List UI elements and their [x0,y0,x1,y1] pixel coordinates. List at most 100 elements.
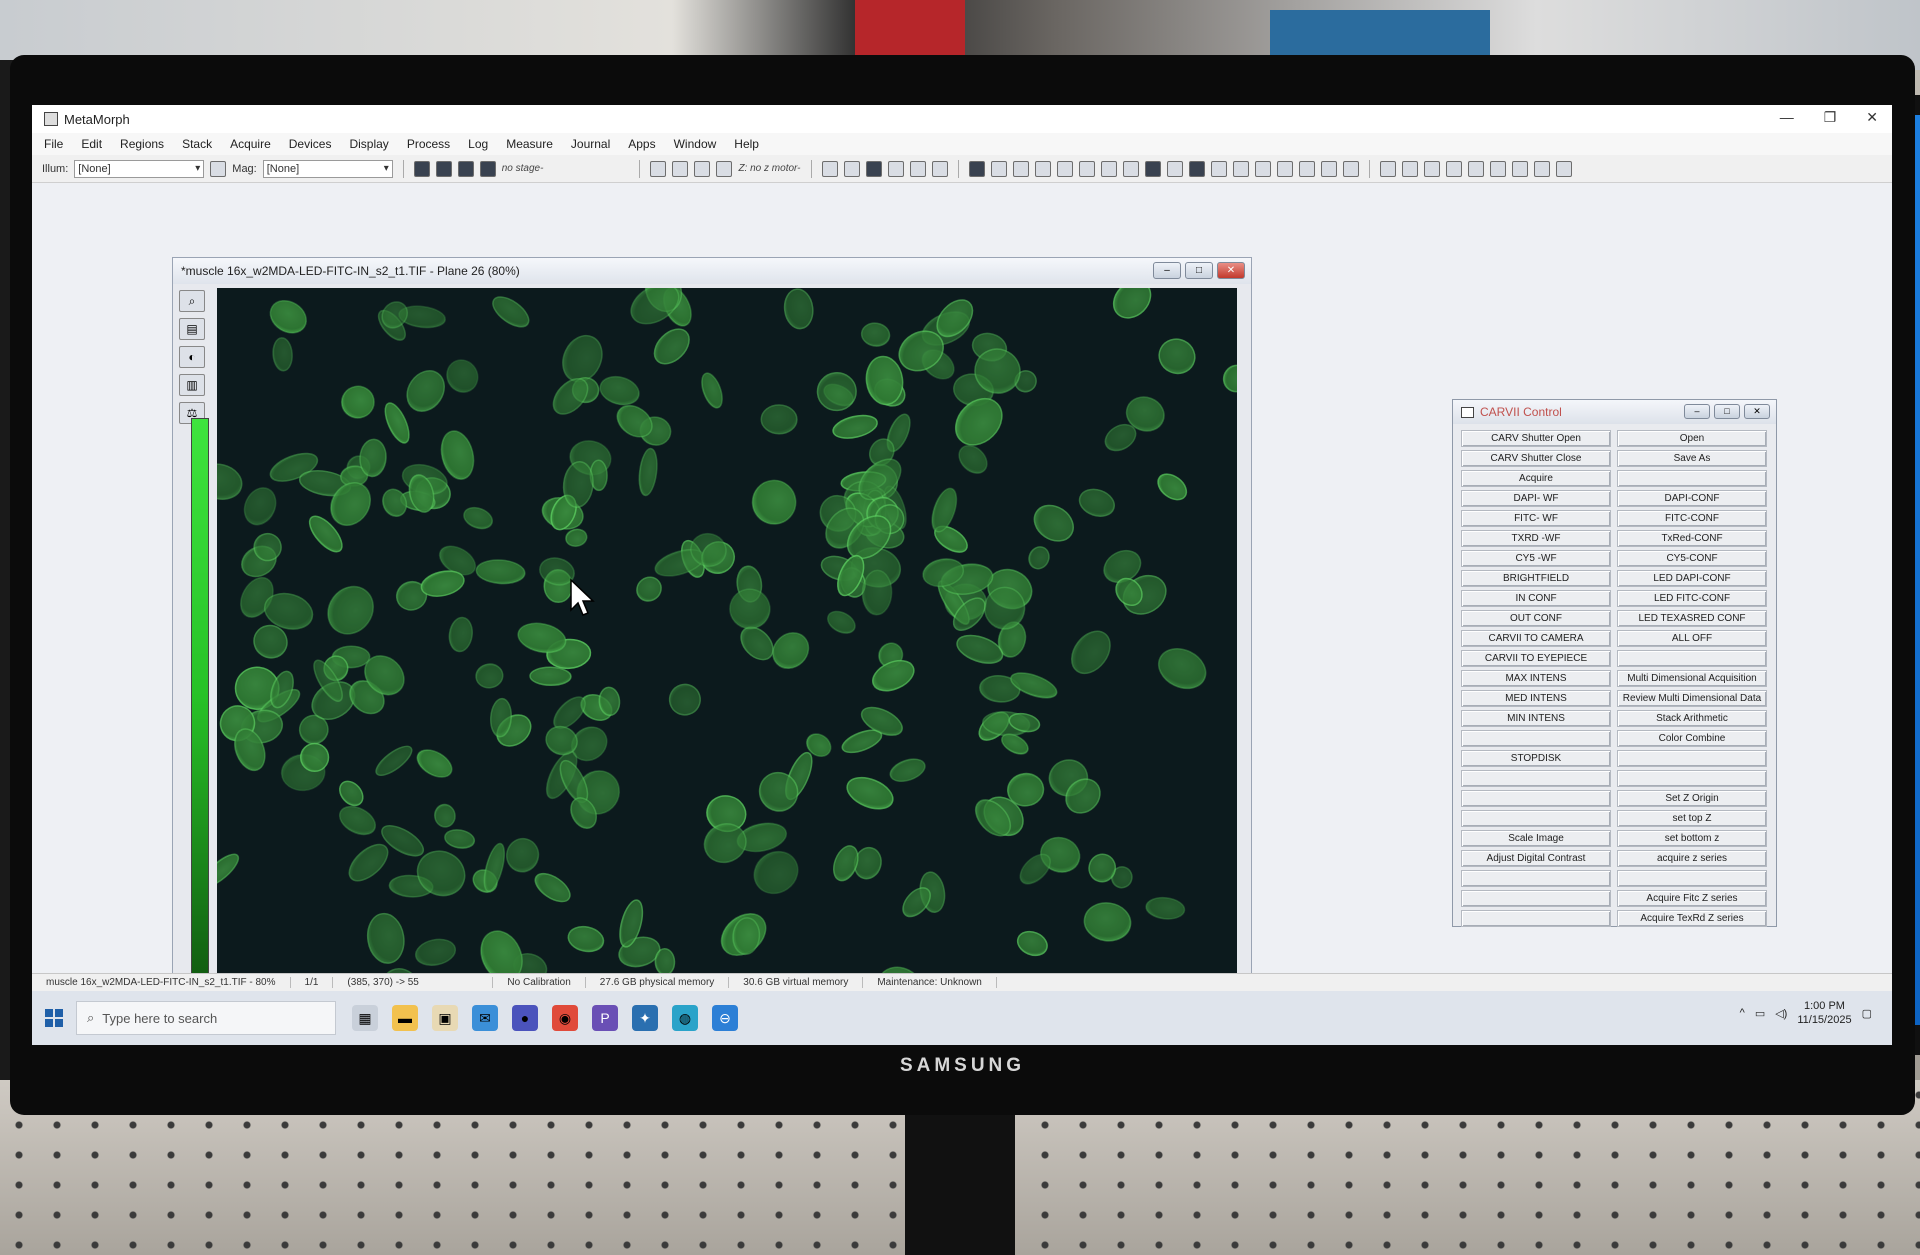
panel-button-left[interactable]: MED INTENS [1461,690,1611,707]
tool-icon[interactable] [1012,160,1029,177]
menu-devices[interactable]: Devices [289,137,332,151]
panel-button-right[interactable]: Stack Arithmetic [1617,710,1767,727]
panel-button-left[interactable]: FITC- WF [1461,510,1611,527]
tool-icon[interactable] [1166,160,1183,177]
freehand-region-icon[interactable] [1445,160,1462,177]
panel-button-right[interactable]: Open [1617,430,1767,447]
panel-button-left[interactable] [1461,730,1611,747]
crosshair-icon[interactable] [931,160,948,177]
teams-icon[interactable]: ● [512,1005,538,1031]
panel-button-right[interactable]: Acquire Fitc Z series [1617,890,1767,907]
panel-button-right[interactable]: acquire z series [1617,850,1767,867]
lookup-table-bar[interactable] [191,418,209,978]
ellipse-region-icon[interactable] [1423,160,1440,177]
stage-icon[interactable] [413,160,430,177]
menu-stack[interactable]: Stack [182,137,212,151]
panel-button-left[interactable] [1461,810,1611,827]
file-explorer-icon[interactable]: ▬ [392,1005,418,1031]
zmotor-icon[interactable] [694,160,711,177]
stage-icon[interactable] [435,160,452,177]
pointer-icon[interactable] [1379,160,1396,177]
panel-button-left[interactable]: CY5 -WF [1461,550,1611,567]
panel-button-left[interactable]: CARVII TO EYEPIECE [1461,650,1611,667]
panel-button-right[interactable]: DAPI-CONF [1617,490,1767,507]
target-icon[interactable] [210,160,227,177]
close-button[interactable]: ✕ [1866,109,1878,126]
image-minimize-button[interactable]: – [1153,262,1181,279]
menu-acquire[interactable]: Acquire [230,137,271,151]
menu-display[interactable]: Display [349,137,388,151]
panel-button-left[interactable] [1461,870,1611,887]
menu-process[interactable]: Process [407,137,450,151]
panel-button-left[interactable]: TXRD -WF [1461,530,1611,547]
panel-button-right[interactable]: Acquire TexRd Z series [1617,910,1767,927]
panel-button-left[interactable]: CARV Shutter Open [1461,430,1611,447]
panel-button-left[interactable] [1461,790,1611,807]
tool-icon[interactable] [1122,160,1139,177]
image-maximize-button[interactable]: □ [1185,262,1213,279]
zmotor-icon[interactable] [716,160,733,177]
menu-apps[interactable]: Apps [628,137,655,151]
menu-help[interactable]: Help [734,137,759,151]
stage-icon[interactable] [457,160,474,177]
tool-icon[interactable] [1100,160,1117,177]
autotrace-icon[interactable] [1533,160,1550,177]
panel-button-right[interactable]: Set Z Origin [1617,790,1767,807]
panel-button-right[interactable] [1617,470,1767,487]
arc-region-icon[interactable] [1511,160,1528,177]
tool-icon[interactable] [1254,160,1271,177]
panel-button-left[interactable]: DAPI- WF [1461,490,1611,507]
store-icon[interactable]: ▣ [432,1005,458,1031]
save-icon[interactable] [843,160,860,177]
layers-icon[interactable]: ▤ [179,318,205,340]
menu-file[interactable]: File [44,137,63,151]
panel-button-right[interactable]: Multi Dimensional Acquisition [1617,670,1767,687]
panel-button-right[interactable] [1617,870,1767,887]
panel-button-right[interactable]: ALL OFF [1617,630,1767,647]
color-wheel-icon[interactable]: ◐ [179,346,205,368]
panel-button-left[interactable]: MIN INTENS [1461,710,1611,727]
tool-icon[interactable] [1210,160,1227,177]
zoom-icon[interactable]: ⌕ [179,290,205,312]
menu-measure[interactable]: Measure [506,137,553,151]
zmotor-icon[interactable] [672,160,689,177]
notification-icon[interactable]: ▢ [1862,1007,1872,1020]
panel-button-left[interactable]: Scale Image [1461,830,1611,847]
panel-button-left[interactable]: CARVII TO CAMERA [1461,630,1611,647]
app-icon[interactable]: ⊖ [712,1005,738,1031]
panel-button-left[interactable]: STOPDISK [1461,750,1611,767]
panel-button-left[interactable]: Acquire [1461,470,1611,487]
panel-button-left[interactable] [1461,890,1611,907]
tool-icon[interactable] [1034,160,1051,177]
menu-log[interactable]: Log [468,137,488,151]
line-region-icon[interactable] [1467,160,1484,177]
tool-icon[interactable] [1276,160,1293,177]
close-icon[interactable] [909,160,926,177]
panel-close-button[interactable]: ✕ [1744,404,1770,419]
panel-button-right[interactable] [1617,770,1767,787]
panel-button-right[interactable]: FITC-CONF [1617,510,1767,527]
metamorph-taskbar-icon[interactable]: ✦ [632,1005,658,1031]
tool-icon[interactable] [1188,160,1205,177]
panel-button-right[interactable] [1617,650,1767,667]
panel-button-right[interactable]: LED TEXASRED CONF [1617,610,1767,627]
minimize-button[interactable]: — [1780,109,1794,126]
panel-button-right[interactable] [1617,750,1767,767]
chevron-up-icon[interactable]: ^ [1740,1007,1745,1019]
stage-icon[interactable] [479,160,496,177]
tool-icon[interactable] [1232,160,1249,177]
menu-window[interactable]: Window [674,137,717,151]
mag-select[interactable]: [None] [262,159,393,178]
menu-edit[interactable]: Edit [81,137,102,151]
panel-button-left[interactable]: IN CONF [1461,590,1611,607]
tool-icon[interactable] [1078,160,1095,177]
tool-icon[interactable] [968,160,985,177]
menu-regions[interactable]: Regions [120,137,164,151]
panel-button-right[interactable]: LED DAPI-CONF [1617,570,1767,587]
binoculars-icon[interactable] [1144,160,1161,177]
panel-button-right[interactable]: Color Combine [1617,730,1767,747]
panel-button-right[interactable]: set bottom z [1617,830,1767,847]
histogram-icon[interactable]: ▥ [179,374,205,396]
panel-button-right[interactable]: LED FITC-CONF [1617,590,1767,607]
panel-button-right[interactable]: CY5-CONF [1617,550,1767,567]
